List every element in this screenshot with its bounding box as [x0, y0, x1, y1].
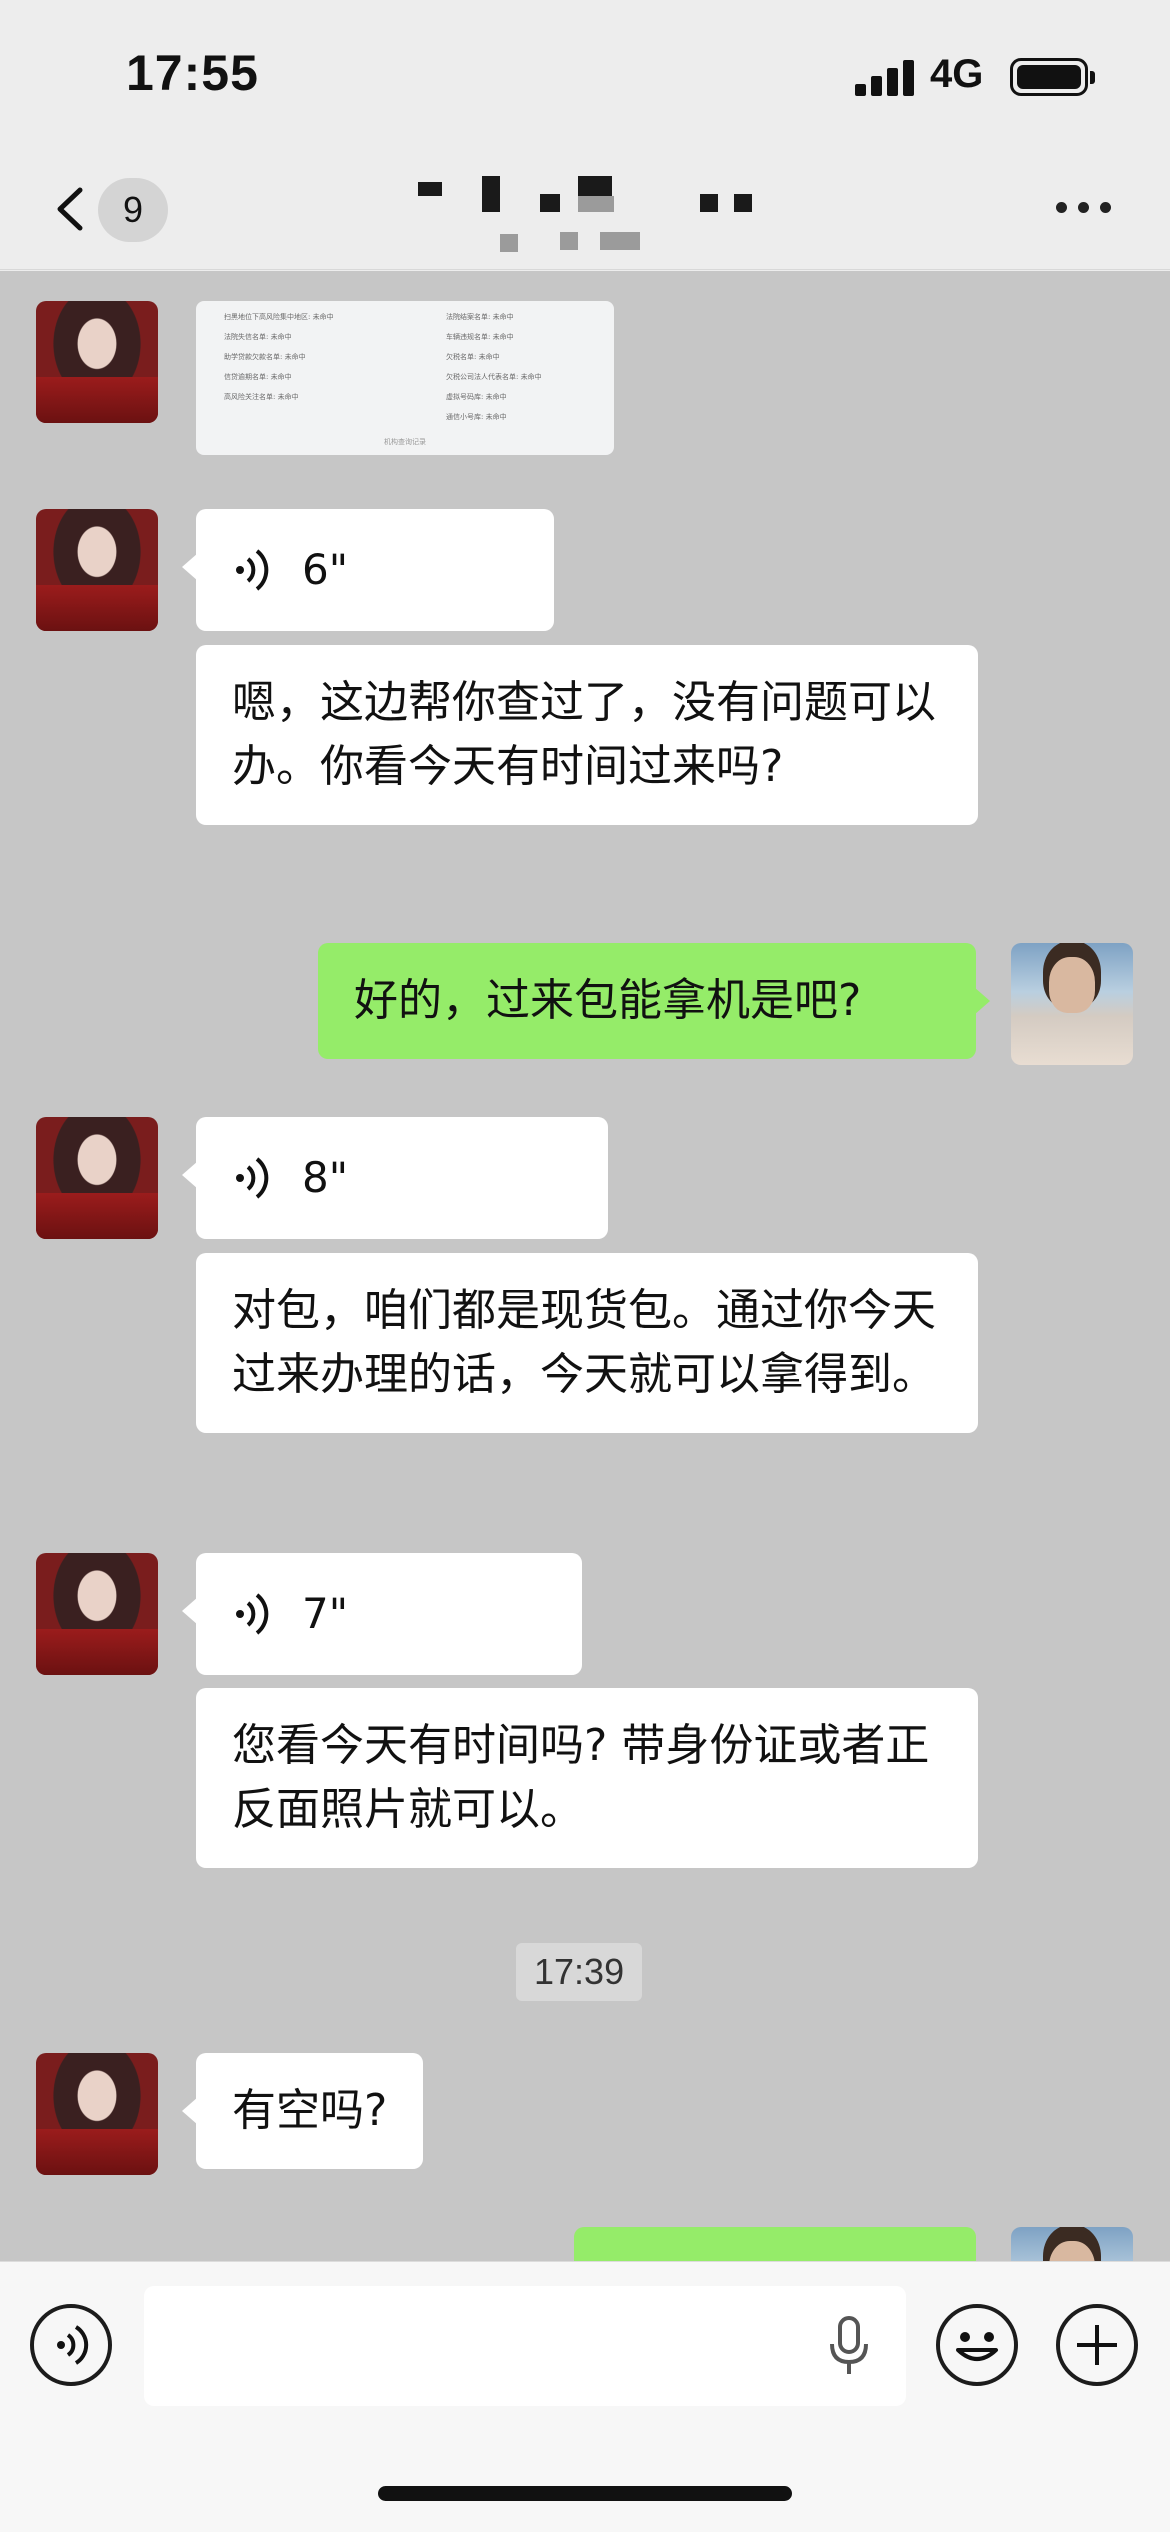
back-chevron-icon[interactable]	[48, 184, 98, 234]
image-text-row: 法院结案名单: 未命中	[446, 313, 514, 321]
image-text-row: 助学贷款欠款名单: 未命中	[224, 353, 306, 361]
battery-icon	[1010, 58, 1095, 96]
contact-avatar[interactable]	[36, 1553, 158, 1675]
contact-avatar[interactable]	[36, 2053, 158, 2175]
voice-message[interactable]: 8"	[182, 1117, 608, 1239]
voice-wave-icon	[236, 1593, 269, 1635]
more-icon[interactable]	[1056, 202, 1112, 214]
chat-header: 9	[0, 150, 1170, 270]
image-text-row: 信贷逾期名单: 未命中	[224, 373, 292, 381]
text-message[interactable]: 嗯，这边帮你查过了，没有问题可以办。你看今天有时间过来吗?	[196, 645, 978, 825]
voice-wave-icon	[236, 1157, 269, 1199]
image-message[interactable]: 扫黑地位下高风险集中地区: 未命中 法院失信名单: 未命中 助学贷款欠款名单: …	[196, 301, 614, 455]
image-text-row: 欠税名单: 未命中	[446, 353, 500, 361]
message-timestamp: 17:39	[516, 1943, 643, 2001]
emoji-icon	[956, 2332, 998, 2361]
text-message[interactable]: 有空吗?	[181, 2053, 424, 2169]
my-avatar[interactable]	[1011, 943, 1133, 1065]
microphone-icon[interactable]	[826, 2316, 872, 2378]
home-indicator[interactable]	[378, 2486, 792, 2501]
contact-avatar[interactable]	[36, 509, 158, 631]
voice-duration: 7"	[302, 1589, 349, 1638]
plus-button[interactable]	[1056, 2304, 1138, 2386]
plus-icon	[1077, 2325, 1117, 2365]
status-time: 17:55	[126, 45, 259, 101]
message-list[interactable]: 扫黑地位下高风险集中地区: 未命中 法院失信名单: 未命中 助学贷款欠款名单: …	[0, 271, 1170, 2261]
contact-avatar[interactable]	[36, 301, 158, 423]
text-message[interactable]: 对包，咱们都是现货包。通过你今天过来办理的话，今天就可以拿得到。	[196, 1253, 978, 1433]
message-input[interactable]	[144, 2286, 906, 2406]
contact-avatar[interactable]	[36, 1117, 158, 1239]
voice-duration: 8"	[302, 1153, 349, 1202]
image-footer-text: 机构查询记录	[384, 438, 426, 446]
chat-title-redacted	[410, 172, 770, 262]
voice-duration: 6"	[302, 545, 349, 594]
voice-wave-icon	[236, 549, 269, 591]
voice-message[interactable]: 7"	[182, 1553, 582, 1675]
voice-input-button[interactable]	[30, 2304, 112, 2386]
text-message[interactable]: 您看今天有时间吗? 带身份证或者正反面照片就可以。	[196, 1688, 978, 1868]
image-text-row: 通信小号库: 未命中	[446, 413, 507, 421]
my-avatar[interactable]	[1011, 2227, 1133, 2261]
outgoing-text-message-partial[interactable]	[574, 2227, 976, 2261]
image-text-row: 虚拟号码库: 未命中	[446, 393, 507, 401]
unread-count-badge[interactable]: 9	[98, 178, 168, 242]
image-text-row: 车辆违规名单: 未命中	[446, 333, 514, 341]
outgoing-text-message[interactable]: 好的，过来包能拿机是吧?	[318, 943, 990, 1059]
emoji-button[interactable]	[936, 2304, 1018, 2386]
signal-icon	[855, 60, 915, 96]
network-type: 4G	[930, 52, 984, 96]
status-bar: 17:55 4G	[0, 0, 1170, 150]
voice-message[interactable]: 6"	[182, 509, 554, 631]
image-text-row: 高风险关注名单: 未命中	[224, 393, 299, 401]
voice-input-icon	[57, 2325, 89, 2365]
image-text-row: 法院失信名单: 未命中	[224, 333, 292, 341]
image-text-row: 扫黑地位下高风险集中地区: 未命中	[224, 313, 334, 321]
image-text-row: 欠税公司法人代表名单: 未命中	[446, 373, 542, 381]
